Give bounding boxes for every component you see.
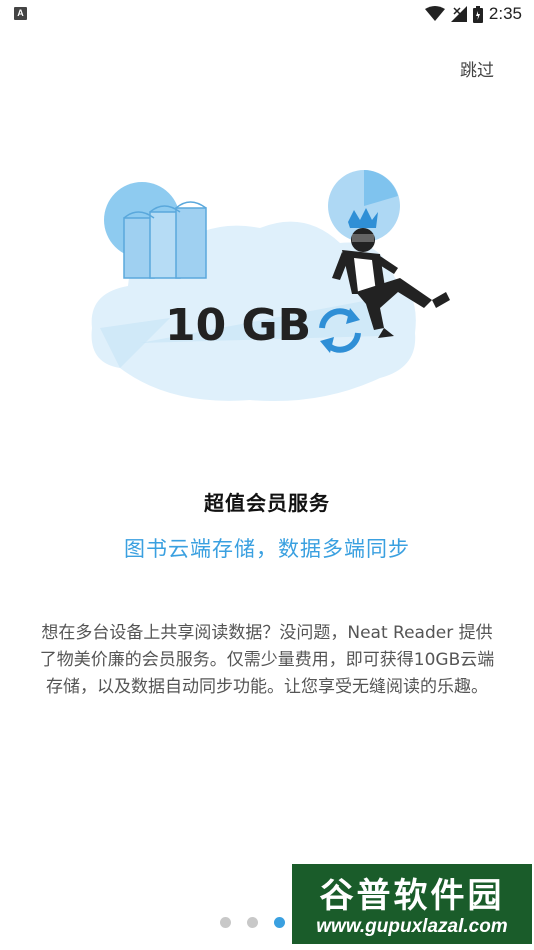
skip-button[interactable]: 跳过 <box>460 56 494 81</box>
pager-dot-2[interactable] <box>247 917 258 928</box>
wifi-icon <box>424 6 445 21</box>
storage-text: 10 GB <box>165 300 311 351</box>
battery-icon <box>472 5 483 23</box>
pager-dots <box>220 917 285 928</box>
page-description: 想在多台设备上共享阅读数据？没问题，Neat Reader 提供了物美价廉的会员… <box>39 623 495 697</box>
watermark-title: 谷普软件园 <box>319 876 505 916</box>
membership-illustration: 10 GB <box>91 170 450 402</box>
status-right: 2:35 <box>424 4 522 24</box>
status-bar: A 2:35 <box>0 0 534 28</box>
pager-dot-1[interactable] <box>220 917 231 928</box>
watermark: 谷普软件园 www.gupuxlazal.com <box>292 864 532 944</box>
page-subtitle: 图书云端存储，数据多端同步 <box>124 537 410 561</box>
pager-dot-3-active[interactable] <box>274 917 285 928</box>
status-time: 2:35 <box>488 4 522 23</box>
notification-icon: A <box>14 7 27 20</box>
page-title: 超值会员服务 <box>204 491 330 515</box>
watermark-url: www.gupuxlazal.com <box>316 916 508 937</box>
signal-icon <box>450 6 467 22</box>
